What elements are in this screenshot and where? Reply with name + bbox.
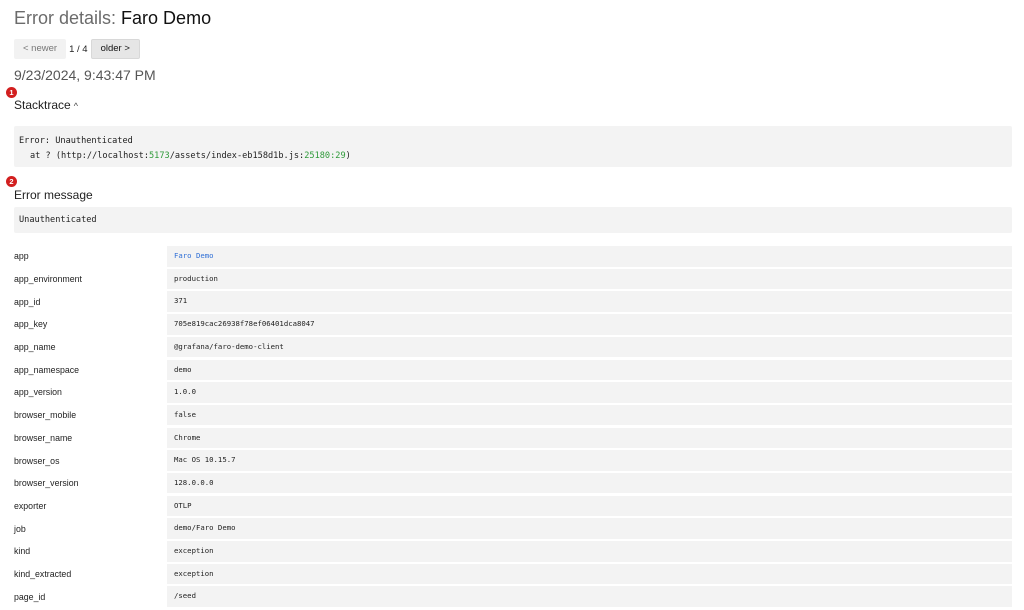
newer-button[interactable]: < newer: [14, 39, 67, 59]
pagination: < newer 1 / 4 older >: [14, 39, 140, 59]
stacktrace-line-col: 25180:29: [304, 151, 346, 161]
attribute-row: kind exception: [14, 540, 1012, 563]
attribute-key: app_key: [14, 319, 48, 330]
stacktrace-port: 5173: [149, 151, 170, 161]
attributes-table: app Faro Demo app_environment production app…: [14, 245, 1012, 608]
attribute-row: app_key 705e819cac26938f78ef06401dca8047: [14, 313, 1012, 336]
error-message-heading: Error message: [14, 188, 93, 202]
attribute-row: page_id/seed: [14, 585, 1012, 608]
attribute-value: Chrome: [167, 427, 1012, 449]
attribute-value: demo/Faro Demo: [167, 518, 1012, 539]
attribute-value-link[interactable]: Faro Demo: [167, 246, 1012, 267]
attribute-key: exporter: [14, 500, 47, 511]
stacktrace-line-2: at ? (http://localhost:5173/assets/index…: [30, 151, 351, 161]
attribute-row: browser_name Chrome: [14, 427, 1012, 450]
attribute-row: browser_mobile false: [14, 404, 1012, 427]
error-details-page: Error details: Faro Demo < newer 1 / 4 o…: [0, 0, 1024, 610]
error-message-box: Unauthenticated: [14, 207, 1012, 233]
attribute-key: app_version: [14, 387, 62, 398]
attribute-row: browser_version 128.0.0.0: [14, 472, 1012, 495]
attribute-value: /seed: [167, 586, 1012, 607]
attribute-row: app_id 371: [14, 290, 1012, 313]
attribute-row: app_version 1.0.0: [14, 381, 1012, 404]
page-count: 1 / 4: [69, 43, 88, 55]
attribute-key: browser_name: [14, 432, 73, 443]
attribute-key: kind: [14, 546, 31, 557]
attribute-key: browser_version: [14, 478, 79, 489]
attribute-row: app_name @grafana/faro-demo-client: [14, 336, 1012, 359]
attribute-row: browser_os Mac OS 10.15.7: [14, 449, 1012, 472]
attribute-key: app_name: [14, 342, 56, 353]
chevron-up-icon[interactable]: ^: [74, 101, 78, 111]
annotation-marker-2: 2: [6, 176, 17, 187]
attribute-value: 128.0.0.0: [167, 472, 1012, 494]
attribute-key: kind_extracted: [14, 568, 72, 579]
attribute-key: app_environment: [14, 274, 82, 285]
attribute-row: app_environment production: [14, 268, 1012, 291]
attribute-row: kind_extracted exception: [14, 563, 1012, 586]
attribute-value: exception: [167, 541, 1012, 562]
attribute-key: job: [14, 523, 26, 534]
attribute-row: app Faro Demo: [14, 245, 1012, 268]
attribute-value: production: [167, 268, 1012, 290]
attribute-row: app_namespace demo: [14, 358, 1012, 381]
stacktrace-line-1: Error: Unauthenticated: [19, 136, 133, 146]
attribute-value: OTLP: [167, 495, 1012, 517]
attribute-value: Mac OS 10.15.7: [167, 450, 1012, 471]
page-title-prefix: Error details:: [14, 8, 122, 28]
page-title-app-name: Faro Demo: [121, 8, 212, 28]
older-button[interactable]: older >: [90, 39, 140, 59]
stacktrace-title: Stacktrace: [14, 98, 71, 112]
attribute-value: 1.0.0: [167, 382, 1012, 403]
attribute-key: app_id: [14, 296, 41, 307]
attribute-value: 371: [167, 291, 1012, 312]
attribute-row: job demo/Faro Demo: [14, 517, 1012, 540]
attribute-value: 705e819cac26938f78ef06401dca8047: [167, 314, 1012, 335]
annotation-marker-1: 1: [6, 87, 17, 98]
stacktrace-heading[interactable]: Stacktrace ^: [14, 98, 78, 112]
attribute-value: @grafana/faro-demo-client: [167, 336, 1012, 358]
page-title: Error details: Faro Demo: [14, 8, 211, 29]
attribute-key: browser_mobile: [14, 410, 77, 421]
attribute-key: page_id: [14, 591, 46, 602]
attribute-value: demo: [167, 359, 1012, 381]
attribute-value: exception: [167, 563, 1012, 585]
attribute-key: app: [14, 251, 29, 262]
error-timestamp: 9/23/2024, 9:43:47 PM: [14, 67, 156, 83]
attribute-row: exporter OTLP: [14, 495, 1012, 518]
attribute-key: browser_os: [14, 455, 60, 466]
attribute-value: false: [167, 404, 1012, 426]
attribute-key: app_namespace: [14, 364, 80, 375]
stacktrace-box: Error: Unauthenticated at ? (http://loca…: [14, 126, 1012, 167]
